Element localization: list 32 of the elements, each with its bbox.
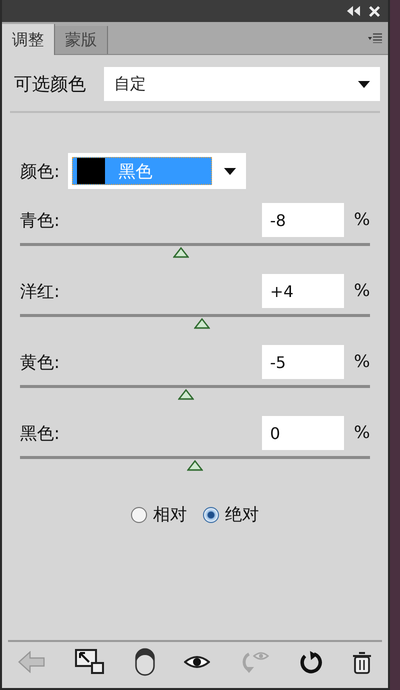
color-swatch <box>76 158 105 184</box>
value-field[interactable]: +4 <box>262 274 344 308</box>
value-field[interactable]: -8 <box>262 203 344 237</box>
radio-button[interactable] <box>203 506 219 522</box>
slider-label: 青色: <box>20 210 61 232</box>
value-field[interactable]: -5 <box>262 345 344 379</box>
unit-label: % <box>352 210 370 230</box>
radio-label: 相对 <box>153 504 187 526</box>
unit-label: % <box>352 281 370 301</box>
preset-dropdown[interactable]: 自定 <box>104 67 380 101</box>
eye-icon[interactable] <box>184 655 210 669</box>
slider-label: 黄色: <box>20 352 61 374</box>
dropdown-arrow-icon <box>224 168 236 174</box>
unit-label: % <box>352 423 370 443</box>
close-icon[interactable] <box>369 6 380 16</box>
value-field[interactable]: 0 <box>262 416 344 450</box>
mask-icon[interactable] <box>134 648 155 676</box>
radio-button[interactable] <box>131 506 147 522</box>
color-label: 颜色: <box>20 160 60 182</box>
unit-label: % <box>352 352 370 372</box>
slider-label: 洋红: <box>20 280 61 302</box>
adjustment-title: 可选颜色 <box>14 73 86 96</box>
menu-icon[interactable] <box>368 33 382 43</box>
radio-label: 绝对 <box>225 504 259 526</box>
reset-icon[interactable] <box>298 650 323 674</box>
trash-icon[interactable] <box>352 650 372 674</box>
tab[interactable]: 调整 <box>2 24 55 55</box>
collapse-icon[interactable] <box>347 6 361 16</box>
clip-layers-icon[interactable] <box>75 649 106 675</box>
slider-label: 黑色: <box>20 422 61 444</box>
tab[interactable]: 蒙版 <box>55 26 108 54</box>
dropdown-arrow-icon <box>358 80 370 88</box>
